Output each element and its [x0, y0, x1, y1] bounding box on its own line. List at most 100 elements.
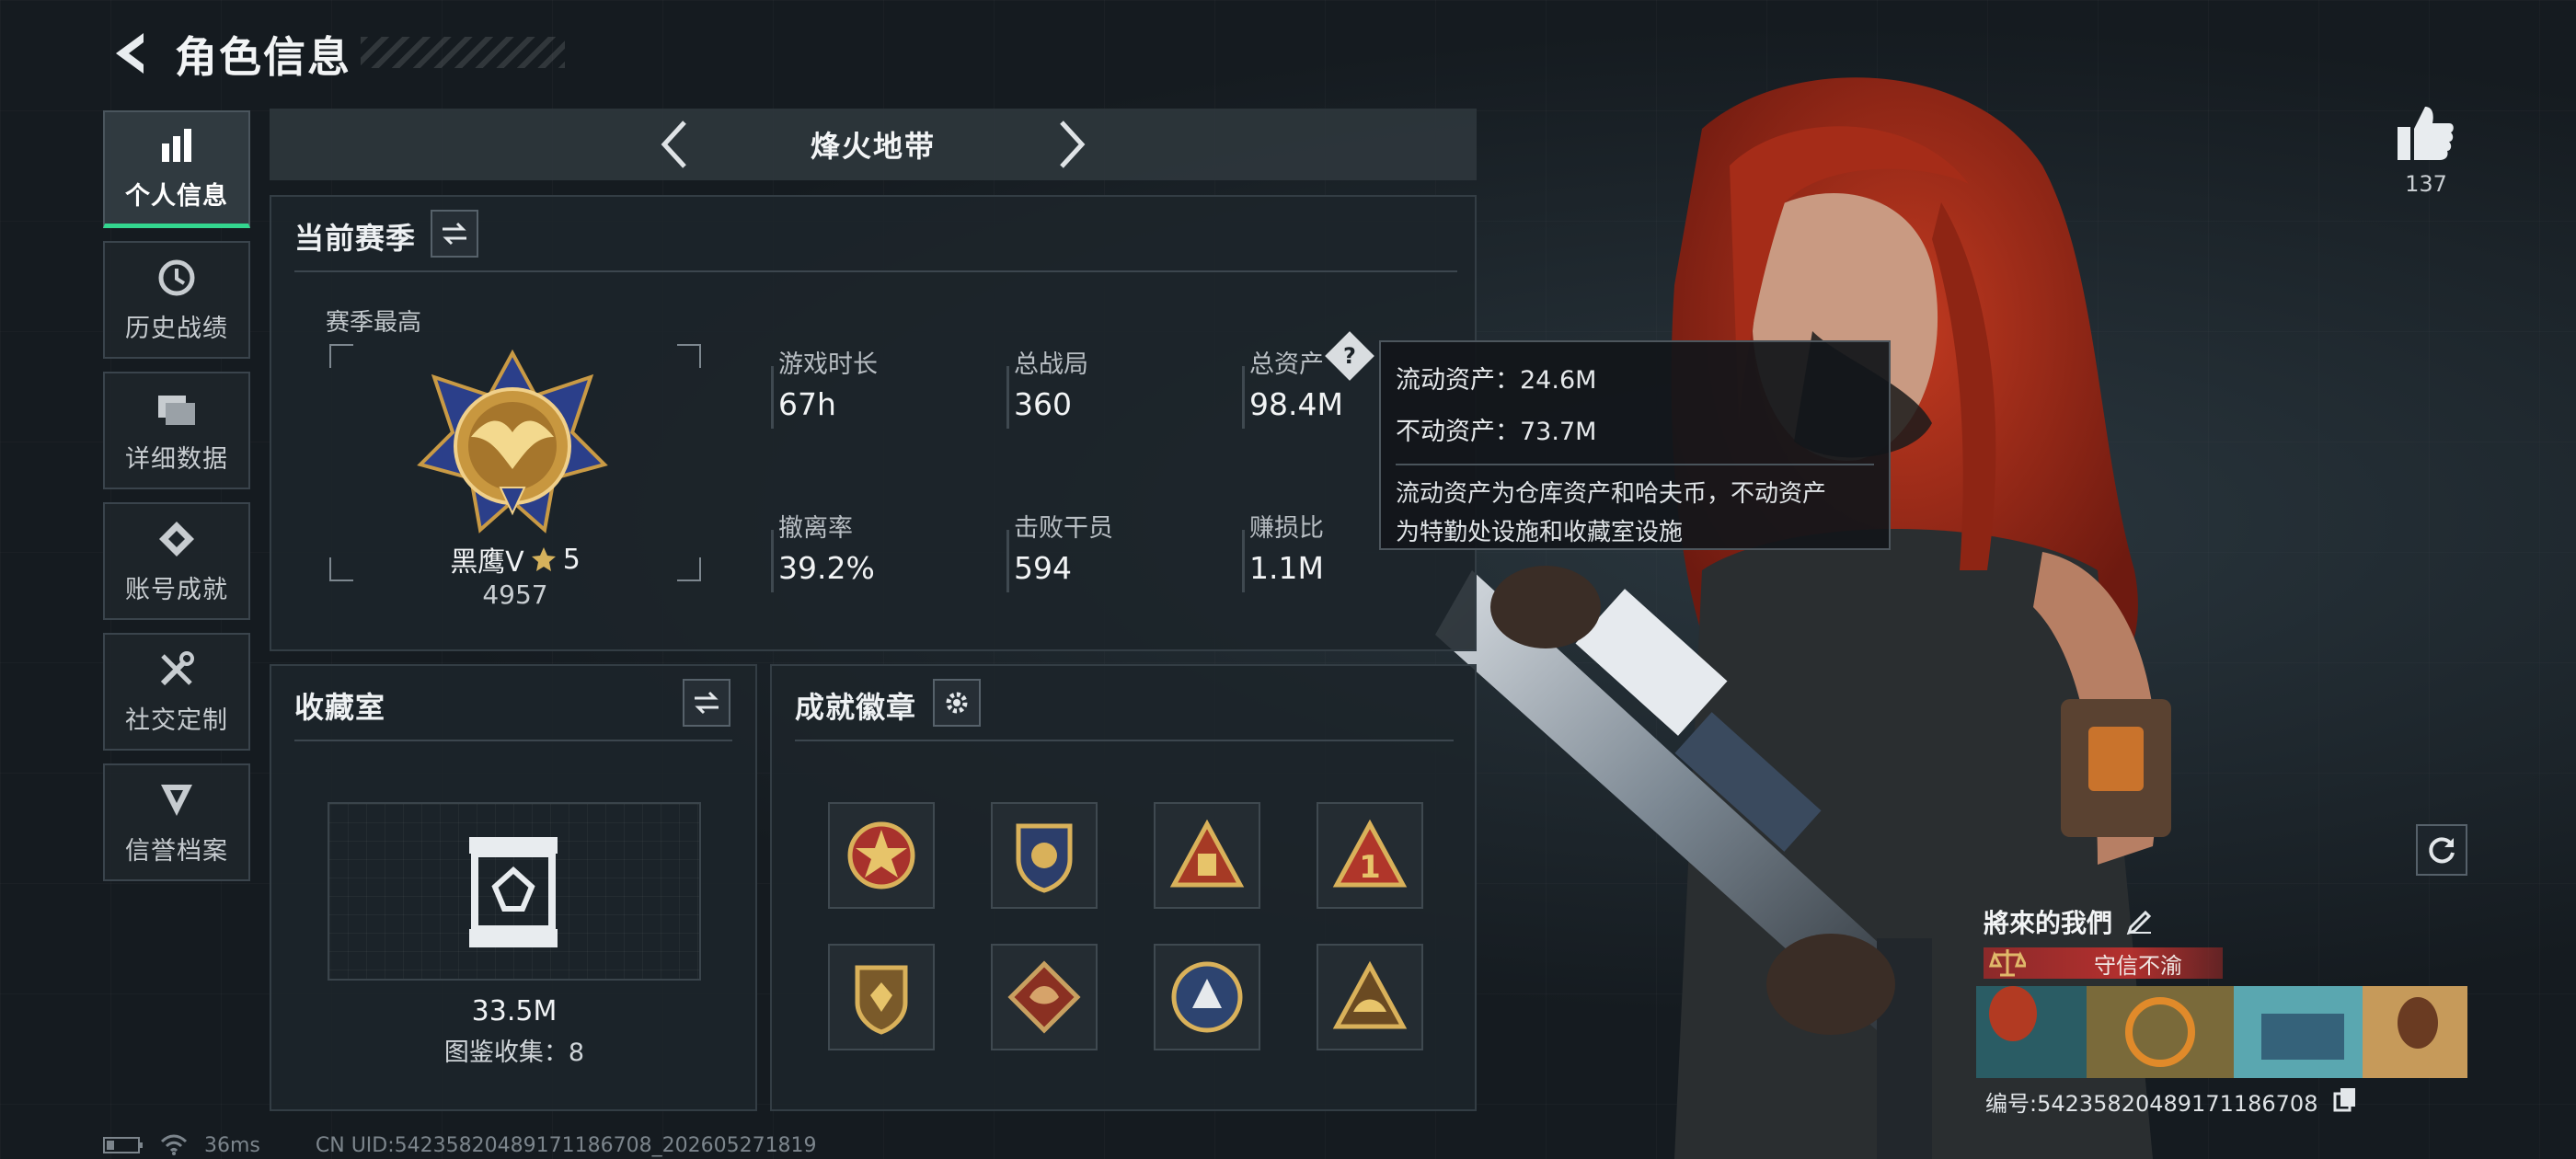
- sidebar-item-label: 个人信息: [125, 182, 228, 211]
- ping-text: 36ms: [204, 1133, 260, 1157]
- sidebar-item-label: 历史战绩: [125, 314, 228, 343]
- rank-emblem-icon: [417, 350, 608, 534]
- achievement-badge[interactable]: [1317, 944, 1423, 1050]
- stat-divider: [1242, 530, 1245, 592]
- battery-icon: [103, 1137, 143, 1153]
- achievement-badge[interactable]: 1: [1317, 802, 1423, 909]
- season-title: 当前赛季: [294, 221, 417, 256]
- wings-badge-icon: [1016, 823, 1073, 893]
- collection-value: 33.5M: [471, 995, 558, 1027]
- mode-next-button[interactable]: [1044, 118, 1099, 171]
- achievement-badge[interactable]: [828, 802, 935, 909]
- svg-text:1: 1: [1359, 849, 1381, 886]
- season-switch-button[interactable]: [431, 210, 478, 258]
- season-best-label: 赛季最高: [326, 309, 422, 337]
- tooltip-desc-line2: 为特勤处设施和收藏室设施: [1396, 519, 1684, 546]
- uid-text: CN UID:54235820489171186708_202605271819: [315, 1133, 817, 1157]
- stat-divider: [771, 366, 774, 429]
- stat-label-total-matches: 总战局: [1014, 350, 1088, 379]
- sidebar-item-achievements[interactable]: 账号成就: [103, 502, 250, 620]
- rank-name: 黑鹰V: [450, 546, 524, 579]
- refresh-button[interactable]: [2416, 824, 2467, 876]
- page-title: 角色信息: [175, 32, 351, 82]
- refresh-icon: [2429, 837, 2455, 864]
- tooltip-divider: [1396, 464, 1874, 465]
- profile-banner-image[interactable]: [1976, 986, 2467, 1078]
- mode-name: 烽火地带: [810, 129, 936, 164]
- stat-value-extraction-rate: 39.2%: [778, 550, 875, 586]
- tooltip-fixed-assets: 不动资产：73.7M: [1396, 418, 1597, 446]
- sidebar-item-label: 信誉档案: [125, 836, 228, 866]
- shield-credit-icon: [155, 779, 198, 821]
- sidebar-item-credit[interactable]: 信誉档案: [103, 763, 250, 881]
- display-case-icon: [469, 837, 558, 947]
- divider: [795, 740, 1454, 741]
- tooltip-desc-line1: 流动资产为仓库资产和哈夫币，不动资产: [1396, 480, 1827, 508]
- folder-icon: [155, 387, 198, 430]
- dragon-badge-icon: [1007, 960, 1081, 1034]
- rank-name-row: 黑鹰V 5: [432, 539, 598, 580]
- mode-prev-button[interactable]: [647, 118, 702, 171]
- eagle-badge-icon: [1332, 960, 1408, 1029]
- collection-count: 图鉴收集：8: [443, 1039, 585, 1067]
- stat-value-total-assets: 98.4M: [1249, 386, 1343, 422]
- sidebar-item-history[interactable]: 历史战绩: [103, 241, 250, 359]
- achievement-badge[interactable]: [828, 944, 935, 1050]
- circle-emblem-badge-icon: [1171, 961, 1243, 1033]
- rank-score: 4957: [482, 580, 548, 610]
- achievement-badge[interactable]: [1154, 944, 1260, 1050]
- back-arrow-icon: [116, 33, 144, 74]
- frame-corner: [677, 557, 701, 581]
- collection-switch-button[interactable]: [683, 679, 730, 727]
- stat-divider: [1006, 366, 1009, 429]
- achievement-badge[interactable]: [1154, 802, 1260, 909]
- swap-icon: [443, 222, 466, 246]
- stat-divider: [1006, 530, 1009, 592]
- star-badge-icon: [847, 821, 915, 889]
- sidebar-item-label: 详细数据: [125, 444, 228, 474]
- stat-label-playtime: 游戏时长: [778, 350, 878, 379]
- sidebar-item-label: 社交定制: [125, 706, 228, 735]
- frame-corner: [329, 344, 353, 368]
- chevron-right-icon: [1060, 120, 1086, 168]
- stat-label-extraction-rate: 撤离率: [778, 514, 853, 543]
- tools-icon: [155, 648, 198, 691]
- sidebar-item-social[interactable]: 社交定制: [103, 633, 250, 751]
- achievement-badge[interactable]: [991, 802, 1098, 909]
- copy-icon[interactable]: [2333, 1086, 2357, 1112]
- like-count: 137: [2405, 171, 2447, 197]
- achievement-badge[interactable]: [991, 944, 1098, 1050]
- sidebar-item-personal-info[interactable]: 个人信息: [103, 110, 250, 228]
- stat-value-playtime: 67h: [778, 386, 836, 422]
- swap-icon: [695, 691, 719, 715]
- player-name: 將來的我們: [1984, 908, 2113, 938]
- shield-badge-icon: [855, 965, 908, 1035]
- achievement-icon: [155, 518, 198, 560]
- title-decoration: [361, 37, 565, 68]
- stat-value-profit-ratio: 1.1M: [1249, 550, 1324, 586]
- achievements-title: 成就徽章: [795, 690, 917, 725]
- player-id: 编号:54235820489171186708: [1985, 1091, 2318, 1117]
- history-clock-icon: [155, 257, 198, 299]
- status-bar: 36ms CN UID:54235820489171186708_2026052…: [103, 1133, 817, 1157]
- honor-title: 守信不渝: [2094, 952, 2182, 979]
- stat-label-profit-ratio: 赚损比: [1249, 514, 1324, 543]
- achievements-settings-button[interactable]: [933, 679, 981, 727]
- back-button[interactable]: [101, 28, 156, 79]
- edit-pencil-icon[interactable]: [2125, 905, 2155, 935]
- stat-divider: [1242, 366, 1245, 429]
- frame-corner: [677, 344, 701, 368]
- stat-value-total-matches: 360: [1014, 386, 1072, 422]
- stat-label-kills: 击败干员: [1014, 514, 1113, 543]
- sidebar-item-detailed-data[interactable]: 详细数据: [103, 372, 250, 489]
- scales-icon: [1989, 949, 2026, 977]
- thumbs-up-icon[interactable]: [2394, 101, 2456, 164]
- asset-tooltip: 流动资产：24.6M 不动资产：73.7M 流动资产为仓库资产和哈夫币，不动资产…: [1379, 340, 1891, 550]
- chevron-left-icon: [661, 120, 686, 168]
- stat-label-total-assets: 总资产: [1249, 350, 1324, 379]
- stat-value-kills: 594: [1014, 550, 1072, 586]
- stat-divider: [771, 530, 774, 592]
- wifi-icon: [160, 1134, 188, 1155]
- mode-selector: 烽火地带: [270, 109, 1477, 180]
- collection-title: 收藏室: [294, 690, 386, 725]
